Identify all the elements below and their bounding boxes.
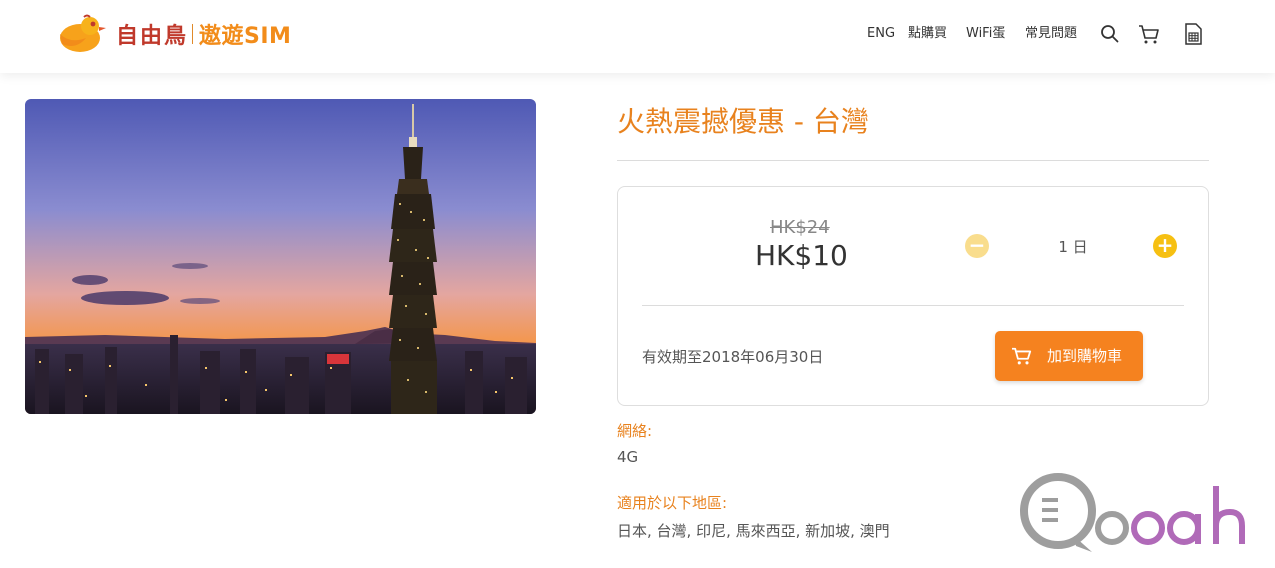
purchase-card: HK$24 HK$10 − 1 日 + 有效期至2018年06月30日 加到購物… bbox=[617, 186, 1209, 406]
sale-price: HK$10 bbox=[755, 239, 848, 272]
quantity-increase-button[interactable]: + bbox=[1153, 234, 1177, 258]
nav-faq[interactable]: 常見問題 bbox=[1025, 22, 1077, 46]
add-to-cart-button[interactable]: 加到購物車 bbox=[995, 331, 1143, 381]
quantity-decrease-button[interactable]: − bbox=[965, 234, 989, 258]
card-divider bbox=[642, 305, 1184, 306]
validity-date: 有效期至2018年06月30日 bbox=[642, 348, 824, 366]
nav-buy[interactable]: 點購買 bbox=[908, 22, 947, 46]
site-header: 自由鳥 遨遊SIM ENG 點購買 WiFi蛋 常見問題 bbox=[0, 0, 1275, 73]
original-price: HK$24 bbox=[770, 217, 830, 238]
regions-value: 日本, 台灣, 印尼, 馬來西亞, 新加坡, 澳門 bbox=[617, 522, 890, 540]
search-icon[interactable] bbox=[1098, 22, 1122, 46]
quantity-value: 1 日 bbox=[1058, 238, 1088, 256]
cart-icon[interactable] bbox=[1137, 22, 1161, 46]
network-value: 4G bbox=[617, 448, 639, 466]
taipei-skyline-image bbox=[25, 99, 536, 414]
cart-icon bbox=[1012, 347, 1032, 365]
title-divider bbox=[617, 160, 1209, 161]
regions-label: 適用於以下地區: bbox=[617, 494, 728, 512]
main-nav: ENG 點購買 WiFi蛋 常見問題 bbox=[0, 22, 1275, 46]
product-image bbox=[25, 99, 536, 414]
nav-lang-eng[interactable]: ENG bbox=[867, 22, 895, 46]
network-label: 網絡: bbox=[617, 422, 653, 440]
product-title: 火熱震撼優惠 - 台灣 bbox=[617, 105, 869, 138]
sim-card-icon[interactable] bbox=[1181, 22, 1205, 46]
nav-wifi[interactable]: WiFi蛋 bbox=[966, 22, 1005, 46]
add-to-cart-label: 加到購物車 bbox=[1047, 347, 1123, 365]
plus-icon: + bbox=[1156, 233, 1174, 257]
minus-icon: − bbox=[968, 233, 986, 257]
qooah-watermark-logo bbox=[1020, 473, 1245, 552]
